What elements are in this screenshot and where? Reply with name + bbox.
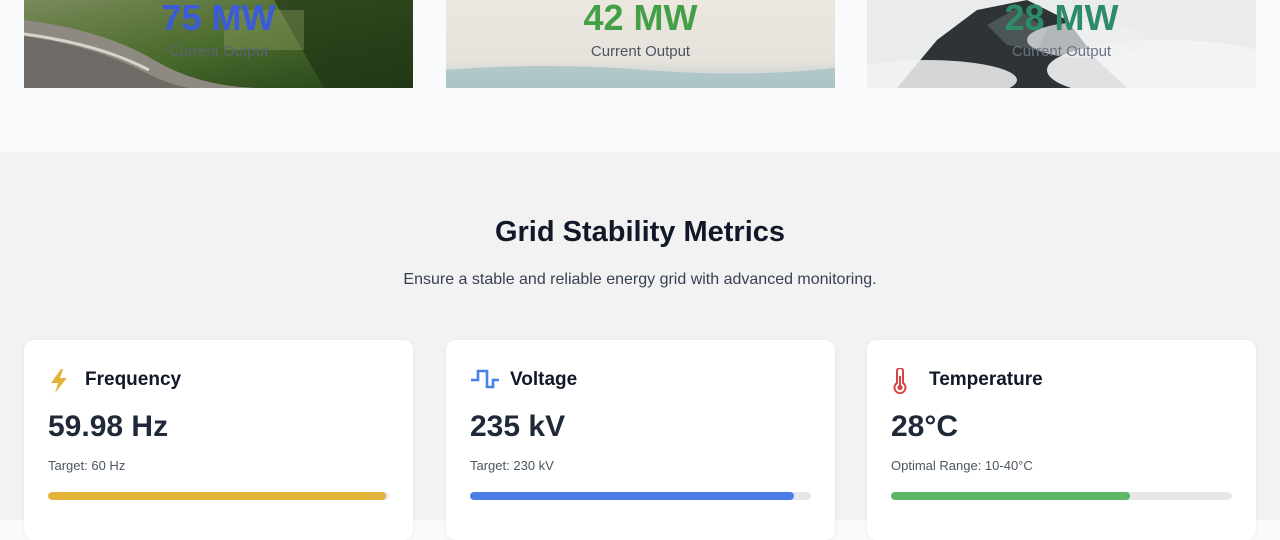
metric-target: Optimal Range: 10-40°C — [891, 458, 1033, 473]
temperature-metric-card: Temperature 28°C Optimal Range: 10-40°C — [867, 340, 1256, 540]
metric-name: Voltage — [510, 369, 578, 390]
metric-value: 28°C — [891, 410, 959, 443]
metric-name: Temperature — [929, 369, 1043, 390]
grid-stability-section: Grid Stability Metrics Ensure a stable a… — [0, 152, 1280, 540]
hydro-output-value: 28 MW — [1004, 0, 1119, 38]
metric-target: Target: 230 kV — [470, 458, 554, 473]
progress-bar-fill — [891, 492, 1130, 500]
metric-target: Target: 60 Hz — [48, 458, 126, 473]
wind-output-value: 42 MW — [583, 0, 698, 38]
metric-value: 235 kV — [470, 410, 566, 443]
metric-value: 59.98 Hz — [48, 410, 169, 443]
progress-bar-fill — [470, 492, 794, 500]
solar-output-value: 75 MW — [161, 0, 276, 38]
wind-output-label: Current Output — [590, 43, 691, 60]
solar-source-card: 75 MW Current Output — [24, 0, 413, 88]
thermometer-icon — [891, 367, 915, 395]
frequency-metric-card: Frequency 59.98 Hz Target: 60 Hz — [24, 340, 413, 540]
square-wave-icon — [470, 368, 499, 392]
section-title: Grid Stability Metrics — [494, 216, 786, 248]
progress-bar — [48, 492, 389, 500]
voltage-metric-card: Voltage 235 kV Target: 230 kV — [446, 340, 835, 540]
solar-output-label: Current Output — [168, 43, 269, 60]
section-subtitle: Ensure a stable and reliable energy grid… — [403, 271, 877, 288]
progress-bar-fill — [48, 492, 386, 500]
progress-bar — [470, 492, 811, 500]
wind-source-card: 42 MW Current Output — [446, 0, 835, 88]
progress-bar — [891, 492, 1232, 500]
metric-name: Frequency — [85, 369, 182, 390]
power-sources-section: 75 MW Current Output 42 MW Current Outpu… — [0, 0, 1280, 152]
lightning-bolt-icon — [48, 368, 72, 393]
hydro-output-label: Current Output — [1011, 43, 1112, 60]
hydro-source-card: 28 MW Current Output — [867, 0, 1256, 88]
